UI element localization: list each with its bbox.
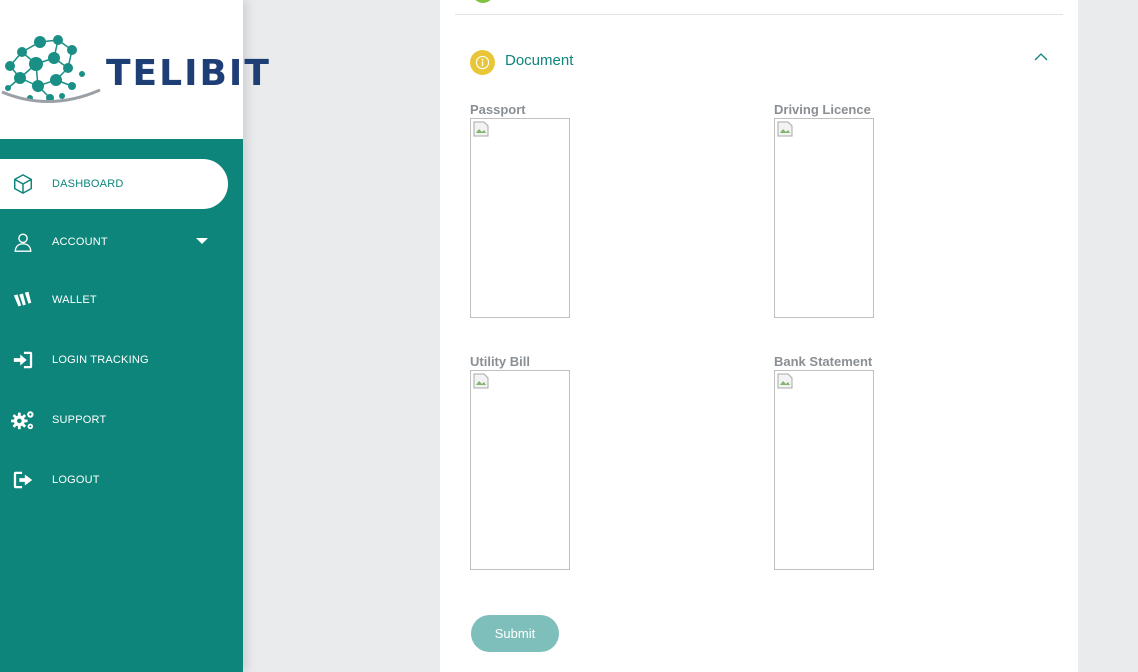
sidebar-item-label: LOGOUT bbox=[52, 474, 100, 486]
broken-image-icon bbox=[473, 373, 489, 389]
sidebar-item-dashboard[interactable]: DASHBOARD bbox=[0, 159, 228, 209]
sidebar-item-label: ACCOUNT bbox=[52, 236, 108, 248]
broken-image-icon bbox=[777, 373, 793, 389]
utility-bill-image[interactable] bbox=[470, 370, 570, 570]
gears-icon bbox=[10, 407, 36, 433]
driving-licence-label: Driving Licence bbox=[774, 102, 871, 117]
submit-button[interactable]: Submit bbox=[471, 615, 559, 652]
document-card: Document Passport Driving Licence Utilit… bbox=[440, 0, 1078, 672]
broken-image-icon bbox=[777, 121, 793, 137]
section-divider bbox=[455, 14, 1063, 15]
user-icon bbox=[10, 229, 36, 255]
utility-bill-label: Utility Bill bbox=[470, 354, 530, 369]
status-check-icon bbox=[472, 0, 494, 3]
chevron-up-icon[interactable] bbox=[1034, 52, 1048, 62]
logo-area: TELIBIT bbox=[0, 0, 269, 139]
caret-down-icon[interactable] bbox=[196, 238, 208, 244]
passport-image[interactable] bbox=[470, 118, 570, 318]
sidebar-item-label: DASHBOARD bbox=[52, 178, 124, 190]
sign-in-icon bbox=[10, 347, 36, 373]
brand-name: TELIBIT bbox=[106, 53, 271, 94]
info-icon bbox=[470, 50, 495, 75]
sidebar: TELIBIT DASHBOARD ACCOUNT WALLET LOGIN T… bbox=[0, 0, 269, 672]
bank-statement-image[interactable] bbox=[774, 370, 874, 570]
sidebar-item-label: LOGIN TRACKING bbox=[52, 354, 149, 366]
cube-icon bbox=[10, 171, 36, 197]
sidebar-item-logout[interactable]: LOGOUT bbox=[0, 455, 228, 505]
wallet-icon bbox=[10, 287, 36, 313]
sidebar-item-login-tracking[interactable]: LOGIN TRACKING bbox=[0, 335, 228, 385]
sidebar-item-account[interactable]: ACCOUNT bbox=[0, 217, 228, 267]
telibit-logo-icon bbox=[1, 35, 101, 104]
driving-licence-image[interactable] bbox=[774, 118, 874, 318]
section-title: Document bbox=[505, 52, 574, 69]
sidebar-item-support[interactable]: SUPPORT bbox=[0, 395, 228, 445]
passport-label: Passport bbox=[470, 102, 526, 117]
bank-statement-label: Bank Statement bbox=[774, 354, 873, 369]
sidebar-item-label: SUPPORT bbox=[52, 414, 107, 426]
sidebar-item-label: WALLET bbox=[52, 294, 97, 306]
sign-out-icon bbox=[10, 467, 36, 493]
sidebar-item-wallet[interactable]: WALLET bbox=[0, 275, 228, 325]
broken-image-icon bbox=[473, 121, 489, 137]
